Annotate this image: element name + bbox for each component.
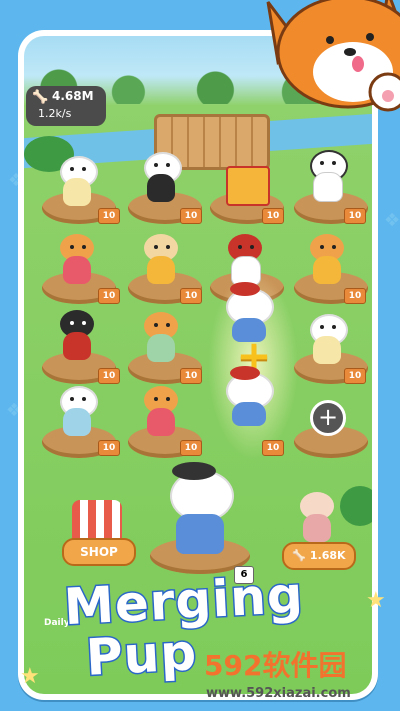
level-badge: 10 xyxy=(344,288,366,304)
shop-label: SHOP xyxy=(62,538,136,566)
pup-spotted[interactable] xyxy=(304,150,350,202)
title-line-2: Pup xyxy=(83,622,200,689)
pup-shop-preview xyxy=(294,492,340,544)
bone-icon: 🦴 xyxy=(32,90,49,105)
pup-white[interactable] xyxy=(54,156,100,208)
level-badge: 10 xyxy=(180,440,202,456)
shop-icon xyxy=(72,500,122,540)
paw-decoration-icon: ❖ xyxy=(384,210,400,231)
pup-artist-merge-bottom[interactable] xyxy=(220,366,276,428)
watermark-url: www.592xiazai.com xyxy=(206,686,351,701)
pup-shiba-flowers[interactable] xyxy=(304,234,350,286)
level-badge: 10 xyxy=(98,208,120,224)
gift-box[interactable] xyxy=(222,160,270,212)
level-badge: 10 xyxy=(262,440,284,456)
pup-cap[interactable] xyxy=(138,152,184,204)
watermark-text: 592软件园 xyxy=(204,649,347,682)
bone-icon: 🦴 xyxy=(292,549,310,562)
coin-counter: 🦴 4.68M 1.2k/s xyxy=(26,86,106,126)
level-badge: 10 xyxy=(180,368,202,384)
level-badge: 10 xyxy=(344,208,366,224)
pup-hat[interactable] xyxy=(54,386,100,438)
pup-pug[interactable] xyxy=(138,234,184,286)
level-badge: 10 xyxy=(262,208,284,224)
pup-red-hood[interactable] xyxy=(222,234,268,286)
level-badge: 10 xyxy=(98,440,120,456)
level-badge: 10 xyxy=(180,208,202,224)
corgi-mascot xyxy=(266,0,400,112)
pup-shiba-scarf[interactable] xyxy=(138,386,184,438)
pup-artist-featured xyxy=(160,462,240,560)
buy-pup-button[interactable]: 🦴 1.68K xyxy=(282,492,356,572)
star-icon: ★ xyxy=(366,588,386,613)
shop-button[interactable]: SHOP xyxy=(62,500,136,570)
add-slot-icon[interactable]: + xyxy=(310,400,346,436)
pup-black[interactable] xyxy=(54,310,100,362)
pup-shiba-sailor[interactable] xyxy=(54,234,100,286)
level-badge: 10 xyxy=(98,368,120,384)
pup-shiba-plaid[interactable] xyxy=(138,312,184,364)
pup-white-fluffy[interactable] xyxy=(304,314,350,366)
level-badge: 10 xyxy=(180,288,202,304)
level-badge: 10 xyxy=(98,288,120,304)
level-badge: 10 xyxy=(344,368,366,384)
coin-rate: 1.2k/s xyxy=(38,107,72,120)
coin-amount: 4.68M xyxy=(52,89,94,103)
star-icon: ★ xyxy=(20,664,40,689)
